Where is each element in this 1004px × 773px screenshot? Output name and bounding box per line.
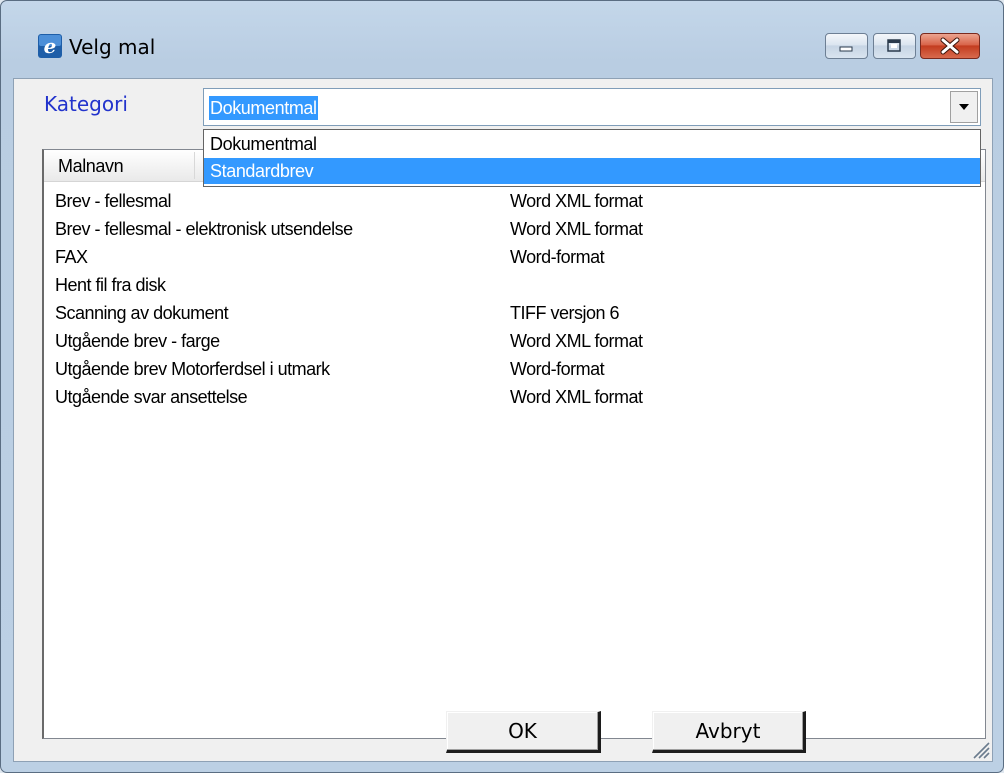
maximize-button[interactable]	[873, 33, 916, 59]
row-format: Word XML format	[510, 331, 643, 351]
table-row[interactable]: Scanning av dokument TIFF versjon 6	[44, 299, 985, 327]
close-button[interactable]	[920, 33, 980, 59]
title-bar[interactable]: e Velg mal	[1, 1, 1003, 77]
row-format: Word-format	[510, 247, 605, 267]
table-row[interactable]: Utgående brev Motorferdsel i utmark Word-…	[44, 355, 985, 383]
dialog-content: Kategori Dokumentmal Dokumentmal Standar…	[13, 78, 993, 762]
row-name: Brev - fellesmal	[55, 191, 172, 211]
dialog-window: e Velg mal Kategori Dokumentmal Dokument…	[0, 0, 1004, 773]
window-title: Velg mal	[69, 35, 156, 59]
dropdown-option[interactable]: Dokumentmal	[204, 131, 980, 157]
table-row[interactable]: FAX Word-format	[44, 243, 985, 271]
cancel-button[interactable]: Avbryt	[652, 711, 806, 753]
row-format: Word XML format	[510, 387, 643, 407]
row-name: Utgående brev - farge	[55, 331, 220, 351]
category-dropdown-list: Dokumentmal Standardbrev	[203, 129, 981, 187]
minimize-button[interactable]	[825, 33, 868, 59]
category-selected-value[interactable]: Dokumentmal	[209, 96, 318, 120]
row-name: Scanning av dokument	[55, 303, 229, 323]
table-row[interactable]: Brev - fellesmal Word XML format	[44, 187, 985, 215]
category-label: Kategori	[44, 92, 128, 116]
row-format: Word-format	[510, 359, 605, 379]
column-header-malnavn[interactable]: Malnavn	[58, 156, 124, 177]
ok-button[interactable]: OK	[446, 711, 601, 753]
category-combobox[interactable]: Dokumentmal	[203, 88, 981, 126]
category-dropdown-button[interactable]	[950, 91, 978, 123]
list-rows: Brev - fellesmal Word XML format Brev - f…	[44, 187, 985, 411]
column-separator[interactable]	[194, 152, 195, 179]
row-format: Word XML format	[510, 191, 643, 211]
row-format: Word XML format	[510, 219, 643, 239]
row-name: Utgående brev Motorferdsel i utmark	[55, 359, 330, 379]
row-name: Brev - fellesmal - elektronisk utsendels…	[55, 219, 353, 239]
row-name: Hent fil fra disk	[55, 275, 166, 295]
dropdown-option-highlighted[interactable]: Standardbrev	[204, 158, 980, 184]
table-row[interactable]: Utgående svar ansettelse Word XML format	[44, 383, 985, 411]
row-name: FAX	[55, 247, 88, 267]
table-row[interactable]: Hent fil fra disk	[44, 271, 985, 299]
row-format: TIFF versjon 6	[510, 303, 620, 323]
resize-grip-icon[interactable]	[968, 737, 990, 759]
table-row[interactable]: Utgående brev - farge Word XML format	[44, 327, 985, 355]
template-list[interactable]: Malnavn Brev - fellesmal Word XML format …	[42, 149, 986, 739]
row-name: Utgående svar ansettelse	[55, 387, 248, 407]
svg-text:e: e	[44, 34, 57, 58]
table-row[interactable]: Brev - fellesmal - elektronisk utsendels…	[44, 215, 985, 243]
app-e-icon: e	[38, 34, 62, 58]
